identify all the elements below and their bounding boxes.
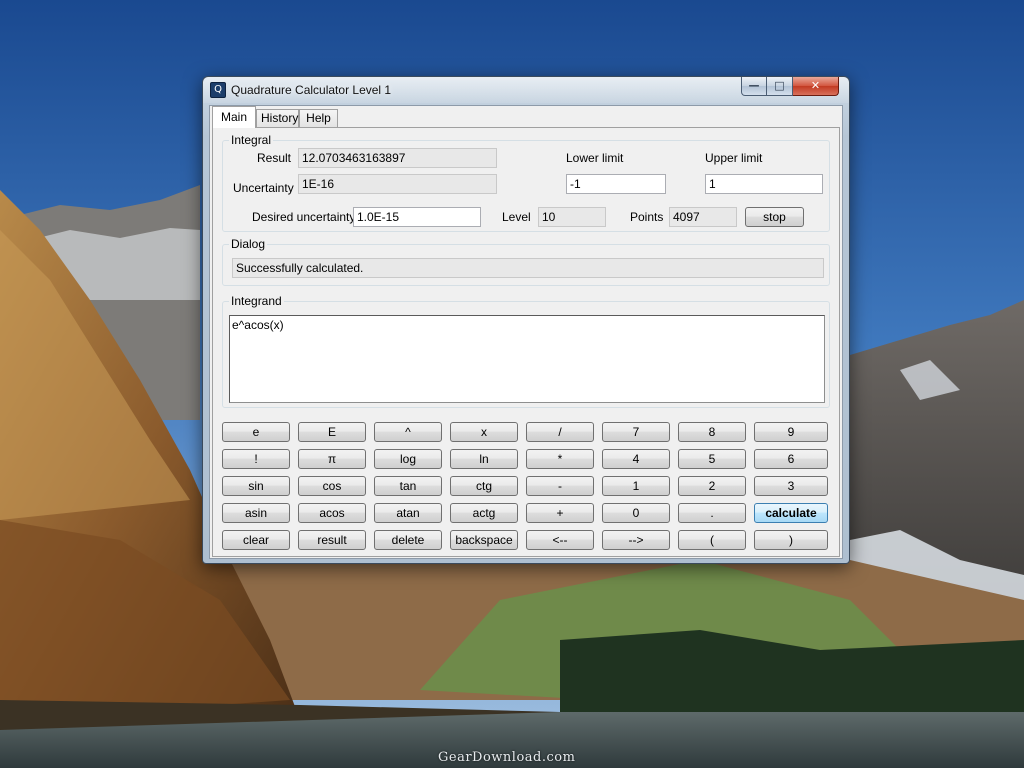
key-ctg-button[interactable]: ctg <box>450 476 518 496</box>
key-ln-button[interactable]: ln <box>450 449 518 469</box>
integral-group: Integral Result 12.0703463163897 Uncerta… <box>222 133 830 232</box>
key-result-button[interactable]: result <box>298 530 366 550</box>
lower-limit-field[interactable]: -1 <box>566 174 666 194</box>
key-x-button[interactable]: x <box>450 422 518 442</box>
key-actg-button[interactable]: actg <box>450 503 518 523</box>
key-3-button[interactable]: 3 <box>754 476 828 496</box>
quadrature-app-icon[interactable]: Q <box>210 82 226 98</box>
key-8-button[interactable]: 8 <box>678 422 746 442</box>
tab-strip: Main History Help <box>210 106 844 128</box>
key-divide-button[interactable]: / <box>526 422 594 442</box>
key-close-paren-button[interactable]: ) <box>754 530 828 550</box>
tab-help[interactable]: Help <box>299 109 338 128</box>
level-label: Level <box>502 210 531 224</box>
key-cursor-right-button[interactable]: --> <box>602 530 670 550</box>
key-clear-button[interactable]: clear <box>222 530 290 550</box>
key-sin-button[interactable]: sin <box>222 476 290 496</box>
stop-button[interactable]: stop <box>745 207 804 227</box>
integrand-input[interactable] <box>229 315 825 403</box>
key-5-button[interactable]: 5 <box>678 449 746 469</box>
key-minus-button[interactable]: - <box>526 476 594 496</box>
key-e-lower-button[interactable]: e <box>222 422 290 442</box>
keypad: e E ^ x/7 8 9! π log ln * 4 5 6 sin cos tan ctg -1 2 3 asin a… <box>222 422 834 556</box>
key-caret-button[interactable]: ^ <box>374 422 442 442</box>
upper-limit-field[interactable]: 1 <box>705 174 823 194</box>
key-cursor-left-button[interactable]: <-- <box>526 530 594 550</box>
integrand-group: Integrand <box>222 294 830 408</box>
dialog-group: Dialog Successfully calculated. <box>222 237 830 286</box>
client-area: Main History Help Integral Result 12.070… <box>209 105 843 559</box>
desired-uncertainty-label: Desired uncertainty <box>252 210 356 224</box>
tab-history[interactable]: History <box>256 109 299 128</box>
dialog-group-label: Dialog <box>229 237 268 251</box>
uncertainty-field[interactable]: 1E-16 <box>298 174 497 194</box>
key-7-button[interactable]: 7 <box>602 422 670 442</box>
key-factorial-button[interactable]: ! <box>222 449 290 469</box>
tab-main[interactable]: Main <box>212 106 256 128</box>
maximize-button[interactable]: □ <box>767 77 793 96</box>
minimize-button[interactable]: — <box>741 77 767 96</box>
window-title: Quadrature Calculator Level 1 <box>231 83 392 97</box>
key-multiply-button[interactable]: * <box>526 449 594 469</box>
key-acos-button[interactable]: acos <box>298 503 366 523</box>
key-backspace-button[interactable]: backspace <box>450 530 518 550</box>
key-tan-button[interactable]: tan <box>374 476 442 496</box>
result-label: Result <box>257 151 292 165</box>
lower-limit-label: Lower limit <box>566 151 624 165</box>
key-9-button[interactable]: 9 <box>754 422 828 442</box>
points-field[interactable]: 4097 <box>669 207 737 227</box>
key-log-button[interactable]: log <box>374 449 442 469</box>
key-atan-button[interactable]: atan <box>374 503 442 523</box>
main-tab-page: Integral Result 12.0703463163897 Uncerta… <box>212 127 840 557</box>
key-dot-button[interactable]: . <box>678 503 746 523</box>
key-asin-button[interactable]: asin <box>222 503 290 523</box>
close-button[interactable]: ✕ <box>793 77 839 96</box>
app-window: Q Quadrature Calculator Level 1 — □ ✕ Ma… <box>202 76 850 564</box>
result-field[interactable]: 12.0703463163897 <box>298 148 497 168</box>
key-6-button[interactable]: 6 <box>754 449 828 469</box>
caption-buttons: — □ ✕ <box>741 77 847 97</box>
integral-group-label: Integral <box>229 133 274 147</box>
key-0-button[interactable]: 0 <box>602 503 670 523</box>
level-field[interactable]: 10 <box>538 207 606 227</box>
key-1-button[interactable]: 1 <box>602 476 670 496</box>
key-2-button[interactable]: 2 <box>678 476 746 496</box>
key-plus-button[interactable]: + <box>526 503 594 523</box>
uncertainty-label: Uncertainty <box>233 181 294 195</box>
key-delete-button[interactable]: delete <box>374 530 442 550</box>
key-e-upper-button[interactable]: E <box>298 422 366 442</box>
integrand-group-label: Integrand <box>229 294 284 308</box>
watermark-text: GearDownload.com <box>438 750 576 765</box>
key-calculate-button[interactable]: calculate <box>754 503 828 523</box>
points-label: Points <box>630 210 664 224</box>
key-4-button[interactable]: 4 <box>602 449 670 469</box>
dialog-message: Successfully calculated. <box>232 258 824 278</box>
upper-limit-label: Upper limit <box>705 151 763 165</box>
key-pi-button[interactable]: π <box>298 449 366 469</box>
key-open-paren-button[interactable]: ( <box>678 530 746 550</box>
key-cos-button[interactable]: cos <box>298 476 366 496</box>
desired-uncertainty-field[interactable]: 1.0E-15 <box>353 207 481 227</box>
